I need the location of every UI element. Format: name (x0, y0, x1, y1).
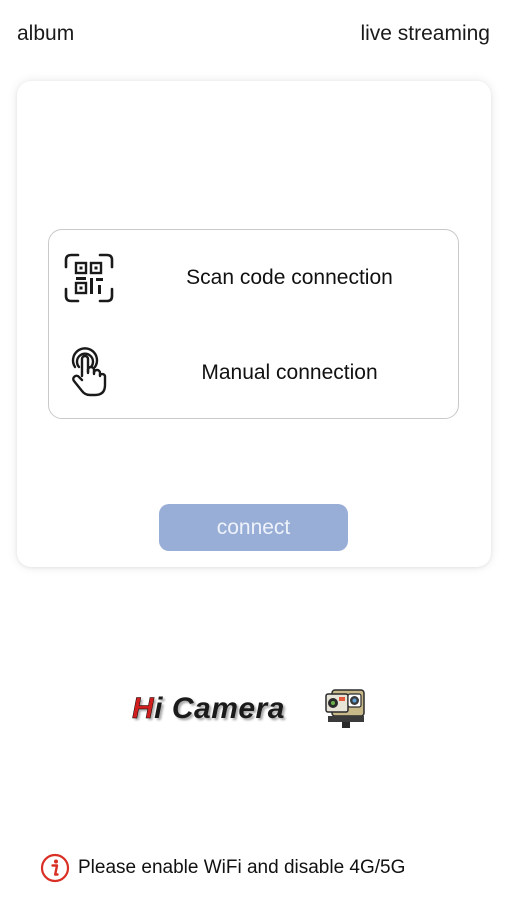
logo-text: Hi Camera (132, 692, 285, 726)
hand-tap-icon (62, 346, 116, 400)
footer-notice: Please enable WiFi and disable 4G/5G (40, 852, 480, 884)
scan-code-connection-label: Scan code connection (186, 266, 393, 289)
info-icon (40, 853, 70, 883)
wifi-notice-text: Please enable WiFi and disable 4G/5G (78, 857, 406, 878)
album-link[interactable]: album (17, 22, 74, 46)
screen: album live streaming Scan code connectio… (0, 0, 507, 900)
hi-camera-logo: Hi Camera (132, 684, 377, 734)
manual-connection-option[interactable]: Manual connection (49, 338, 460, 408)
manual-connection-label: Manual connection (201, 361, 378, 384)
scan-code-connection-option[interactable]: Scan code connection (49, 243, 460, 313)
logo-text-rest: i Camera (154, 692, 285, 725)
top-bar: album live streaming (0, 0, 507, 70)
action-camera-icon (322, 686, 370, 730)
logo-letter-h: H (132, 692, 155, 726)
connection-card: Scan code connection Manual connection c… (17, 81, 491, 567)
connection-options: Scan code connection Manual connection (48, 229, 459, 419)
live-streaming-link[interactable]: live streaming (360, 22, 490, 46)
connect-button[interactable]: connect (159, 504, 348, 551)
qr-scan-icon (62, 251, 116, 305)
